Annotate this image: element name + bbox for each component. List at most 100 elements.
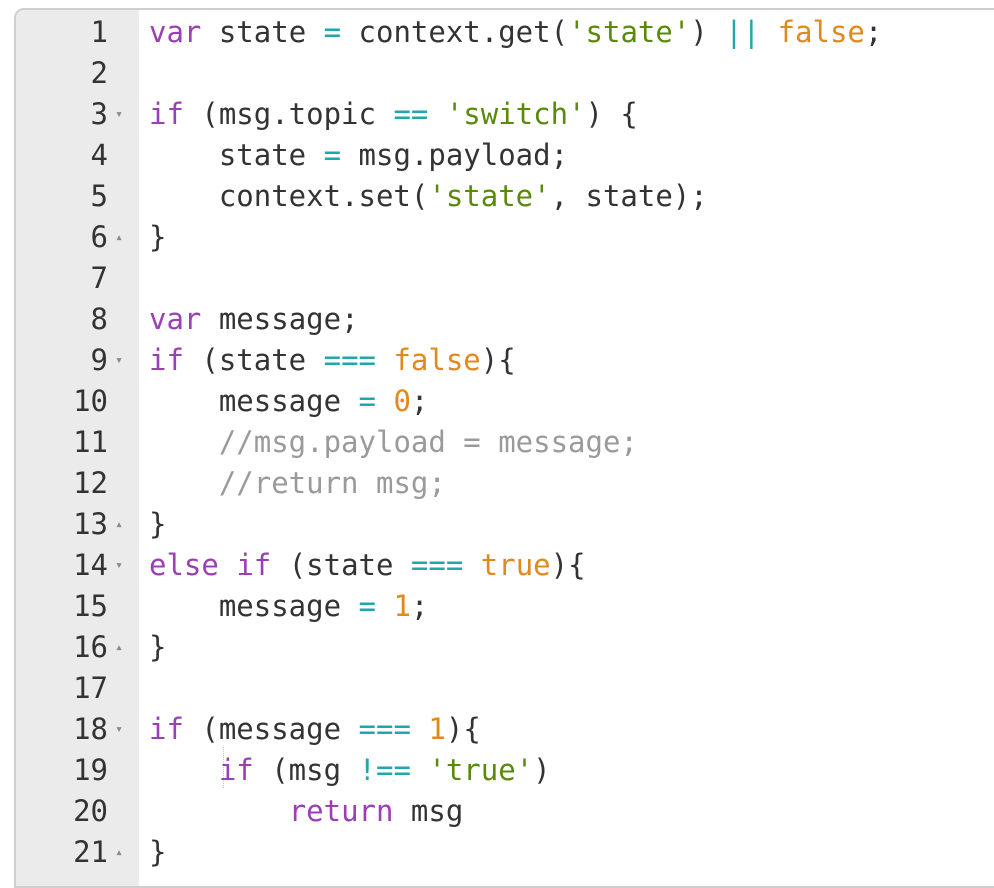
code-token: true <box>480 548 551 582</box>
fold-collapse-icon[interactable]: ▾ <box>111 709 127 750</box>
code-line[interactable]: 20 return msg <box>16 791 994 832</box>
code-token: message <box>149 384 359 418</box>
code-token: || <box>725 15 761 49</box>
line-number: 11 <box>73 425 108 459</box>
code-text[interactable]: message = 1; <box>149 586 429 627</box>
code-text[interactable]: message = 0; <box>149 381 429 422</box>
code-token: return <box>288 794 394 828</box>
code-token: //msg.payload = message; <box>218 425 638 459</box>
code-token: } <box>149 835 167 869</box>
code-text[interactable]: state = msg.payload; <box>149 135 568 176</box>
code-token: if <box>236 548 272 582</box>
code-text[interactable]: var message; <box>149 299 359 340</box>
code-text[interactable]: //return msg; <box>149 463 446 504</box>
code-token: if <box>218 753 254 787</box>
line-number: 19 <box>73 753 108 787</box>
code-token: == <box>393 97 429 131</box>
code-line[interactable]: 4 state = msg.payload; <box>16 135 994 176</box>
line-number: 12 <box>73 466 108 500</box>
code-text[interactable]: } <box>149 832 166 873</box>
fold-expand-icon[interactable]: ▴ <box>111 627 127 668</box>
code-token: } <box>149 630 167 664</box>
code-token: ){ <box>550 548 586 582</box>
code-text[interactable]: context.set('state', state); <box>149 176 708 217</box>
code-text[interactable]: if (msg !== 'true') <box>149 750 551 791</box>
code-text[interactable]: } <box>149 627 166 668</box>
line-number: 6 <box>90 220 108 254</box>
fold-expand-icon[interactable]: ▴ <box>111 504 127 545</box>
code-line[interactable]: 6 ▴} <box>16 217 994 258</box>
fold-collapse-icon[interactable]: ▾ <box>111 545 127 586</box>
code-token: === <box>358 712 411 746</box>
fold-expand-icon[interactable]: ▴ <box>111 217 127 258</box>
line-number: 17 <box>73 671 108 705</box>
code-token: ) { <box>585 97 638 131</box>
line-number: 13 <box>73 507 108 541</box>
code-lines[interactable]: 1 var state = context.get('state') || fal… <box>16 12 994 873</box>
code-token: state <box>149 138 324 172</box>
code-token: } <box>149 507 167 541</box>
code-text[interactable]: return msg <box>149 791 464 832</box>
code-line[interactable]: 10 message = 0; <box>16 381 994 422</box>
code-line[interactable]: 14 ▾ else if (state === true){ <box>16 545 994 586</box>
code-line[interactable]: 7 <box>16 258 994 299</box>
code-line[interactable]: 5 context.set('state', state); <box>16 176 994 217</box>
code-token: message <box>149 589 359 623</box>
line-number: 2 <box>90 56 108 90</box>
code-line[interactable]: 15 message = 1; <box>16 586 994 627</box>
code-line[interactable]: 13 ▴} <box>16 504 994 545</box>
code-token: ){ <box>445 712 481 746</box>
code-token: false <box>777 15 865 49</box>
code-line[interactable]: 12 //return msg; <box>16 463 994 504</box>
code-token: = <box>358 384 376 418</box>
code-text[interactable]: //msg.payload = message; <box>149 422 638 463</box>
code-token: , state); <box>550 179 708 213</box>
fold-collapse-icon[interactable]: ▾ <box>111 340 127 381</box>
code-text[interactable]: else if (state === true){ <box>149 545 586 586</box>
code-token: false <box>393 343 481 377</box>
code-text[interactable]: if (state === false){ <box>149 340 516 381</box>
code-line[interactable]: 11 //msg.payload = message; <box>16 422 994 463</box>
code-token: context.set( <box>149 179 429 213</box>
code-line[interactable]: 2 <box>16 53 994 94</box>
code-token: (msg.topic <box>183 97 394 131</box>
code-token: (state <box>271 548 411 582</box>
code-token: ; <box>410 589 429 623</box>
code-token: = <box>323 138 342 172</box>
code-token: message; <box>201 302 359 336</box>
code-token: if <box>149 97 184 131</box>
line-number: 9 <box>90 343 108 377</box>
code-line[interactable]: 9 ▾ if (state === false){ <box>16 340 994 381</box>
code-text[interactable]: if (msg.topic == 'switch') { <box>149 94 638 135</box>
code-text[interactable]: var state = context.get('state') || fals… <box>149 12 882 53</box>
code-editor[interactable]: 1 var state = context.get('state') || fal… <box>14 8 994 888</box>
fold-collapse-icon[interactable]: ▾ <box>111 94 127 135</box>
code-line[interactable]: 8 var message; <box>16 299 994 340</box>
line-number: 10 <box>73 384 108 418</box>
code-line[interactable]: 17 <box>16 668 994 709</box>
line-number: 16 <box>73 630 108 664</box>
line-number: 4 <box>90 138 108 172</box>
code-token: ; <box>410 384 429 418</box>
code-line[interactable]: 21 ▴} <box>16 832 994 873</box>
code-text[interactable]: } <box>149 217 166 258</box>
code-line[interactable]: 1 var state = context.get('state') || fal… <box>16 12 994 53</box>
code-token: (message <box>183 712 359 746</box>
code-text[interactable]: } <box>149 504 166 545</box>
fold-expand-icon[interactable]: ▴ <box>111 832 127 873</box>
code-token: context.get( <box>341 15 569 49</box>
code-line[interactable]: 19 if (msg !== 'true') <box>16 750 994 791</box>
code-text[interactable]: if (message === 1){ <box>149 709 481 750</box>
code-line[interactable]: 18 ▾ if (message === 1){ <box>16 709 994 750</box>
line-number: 18 <box>73 712 108 746</box>
code-line[interactable]: 16 ▴} <box>16 627 994 668</box>
line-number: 3 <box>90 97 108 131</box>
code-line[interactable]: 3 ▾ if (msg.topic == 'switch') { <box>16 94 994 135</box>
code-token: ){ <box>480 343 516 377</box>
